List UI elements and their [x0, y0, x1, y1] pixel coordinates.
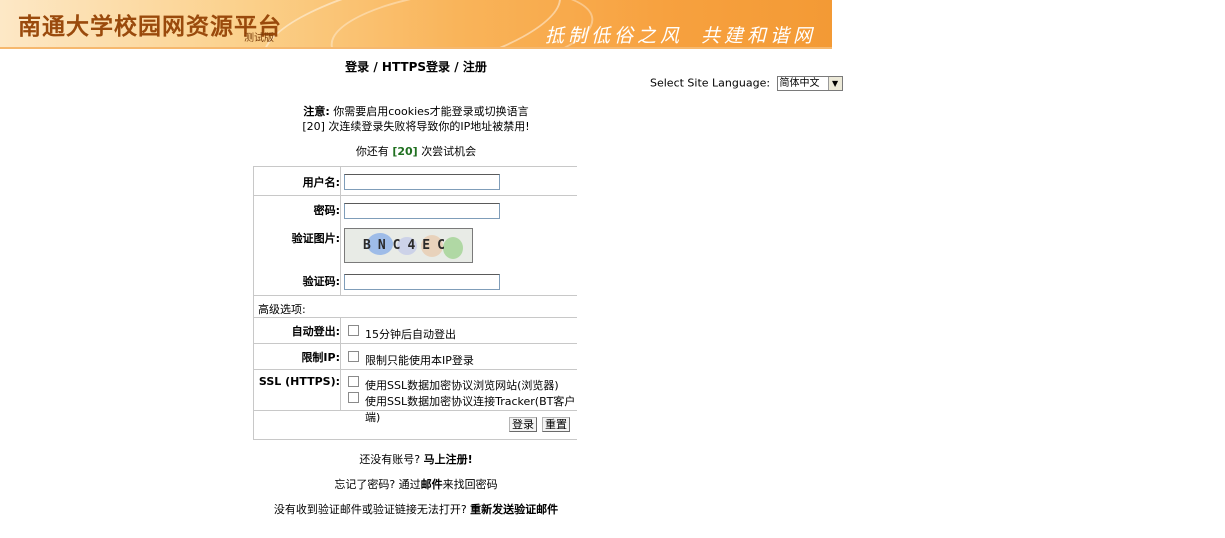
forgot-password-text: 忘记了密码?	[334, 478, 396, 491]
captcha-code-label: 验证码:	[302, 275, 340, 288]
nav-separator: /	[369, 60, 382, 74]
site-banner: 南通大学校园网资源平台 测试版 抵制低俗之风共建和谐网络	[0, 0, 832, 49]
register-prompt: 还没有账号? 马上注册!	[0, 451, 832, 467]
limit-ip-label: 限制IP:	[301, 351, 340, 364]
language-selected-value: 简体中文	[779, 78, 820, 89]
captcha-text: BNC4EC	[363, 238, 452, 253]
language-selector: Select Site Language: 简体中文 ▼	[650, 76, 843, 91]
login-button[interactable]: 登录	[509, 417, 537, 432]
no-email-text: 没有收到验证邮件或验证链接无法打开?	[273, 503, 467, 516]
language-select[interactable]: 简体中文 ▼	[776, 76, 843, 91]
no-account-text: 还没有账号?	[359, 453, 421, 466]
notice-line1: 你需要启用cookies才能登录或切换语言	[333, 105, 529, 118]
limit-ip-row: 限制IP: 限制只能使用本IP登录	[254, 344, 577, 370]
forgot-password-prompt: 忘记了密码? 通过邮件来找回密码	[0, 476, 832, 492]
column-divider	[340, 370, 341, 410]
register-link[interactable]: 注册	[463, 60, 487, 74]
auto-logout-row: 自动登出: 15分钟后自动登出	[254, 318, 577, 344]
credentials-row: 密码: 验证图片: BNC4EC 验证码:	[254, 196, 577, 296]
recover-link-label: 邮件	[420, 478, 443, 491]
resend-email-prompt: 没有收到验证邮件或验证链接无法打开? 重新发送验证邮件	[0, 501, 832, 517]
recover-suffix: 来找回密码	[442, 478, 498, 491]
attempts-prefix: 你还有	[355, 145, 389, 158]
site-slogan: 抵制低俗之风共建和谐网络	[545, 21, 832, 47]
username-label: 用户名:	[302, 176, 340, 189]
login-nav: 登录 / HTTPS登录 / 注册	[0, 58, 832, 75]
advanced-options-label: 高级选项:	[258, 303, 306, 316]
username-row: 用户名:	[254, 167, 577, 196]
ssl-label: SSL (HTTPS):	[258, 375, 340, 388]
username-input[interactable]	[344, 174, 500, 190]
reset-button[interactable]: 重置	[542, 417, 570, 432]
login-link[interactable]: 登录	[345, 60, 369, 74]
ssl-tracker-checkbox[interactable]	[348, 392, 359, 403]
recover-password-link[interactable]: 邮件	[421, 478, 443, 491]
ssl-browse-option-label: 使用SSL数据加密协议浏览网站(浏览器)	[365, 379, 559, 392]
password-label: 密码:	[313, 204, 340, 217]
slogan-left: 抵制低俗之风	[545, 25, 684, 47]
attempts-count: [20]	[392, 145, 418, 158]
attempts-suffix: 次尝试机会	[421, 145, 477, 158]
register-now-label: 马上注册!	[423, 453, 473, 466]
ssl-row: SSL (HTTPS): 使用SSL数据加密协议浏览网站(浏览器) 使用SSL数…	[254, 370, 577, 424]
https-login-link[interactable]: HTTPS登录	[382, 60, 450, 74]
recover-prefix: 通过	[398, 478, 421, 491]
column-divider	[340, 318, 341, 343]
language-label: Select Site Language:	[650, 76, 771, 90]
resend-email-link[interactable]: 重新发送验证邮件	[470, 503, 558, 516]
resend-email-label: 重新发送验证邮件	[470, 503, 559, 516]
captcha-image: BNC4EC	[344, 228, 473, 263]
notice-prefix: 注意:	[303, 105, 330, 118]
auto-logout-option-label: 15分钟后自动登出	[365, 328, 456, 341]
auto-logout-checkbox[interactable]	[348, 325, 359, 336]
nav-separator: /	[450, 60, 463, 74]
site-edition-tag: 测试版	[244, 33, 274, 44]
attempts-remaining: 你还有 [20] 次尝试机会	[0, 143, 832, 159]
limit-ip-option-label: 限制只能使用本IP登录	[365, 354, 474, 367]
register-now-link[interactable]: 马上注册!	[424, 453, 473, 466]
site-title: 南通大学校园网资源平台	[18, 13, 282, 40]
ssl-browse-checkbox[interactable]	[348, 376, 359, 387]
captcha-image-label: 验证图片:	[291, 232, 340, 245]
auto-logout-label: 自动登出:	[291, 325, 340, 338]
password-input[interactable]	[344, 203, 500, 219]
ip-ban-notice: [20] 次连续登录失败将导致你的IP地址被禁用!	[302, 120, 530, 133]
column-divider	[340, 167, 341, 195]
cookie-notice: 注意: 你需要启用cookies才能登录或切换语言	[0, 103, 832, 119]
column-divider	[340, 196, 341, 295]
chevron-down-icon[interactable]: ▼	[827, 77, 842, 90]
column-divider	[340, 344, 341, 369]
login-form: 用户名: 密码: 验证图片: BNC4EC 验证码: 高级选项: 自动登出: 1…	[253, 166, 577, 440]
limit-ip-checkbox[interactable]	[348, 351, 359, 362]
advanced-options-row: 高级选项:	[254, 296, 577, 318]
captcha-code-input[interactable]	[344, 274, 500, 290]
